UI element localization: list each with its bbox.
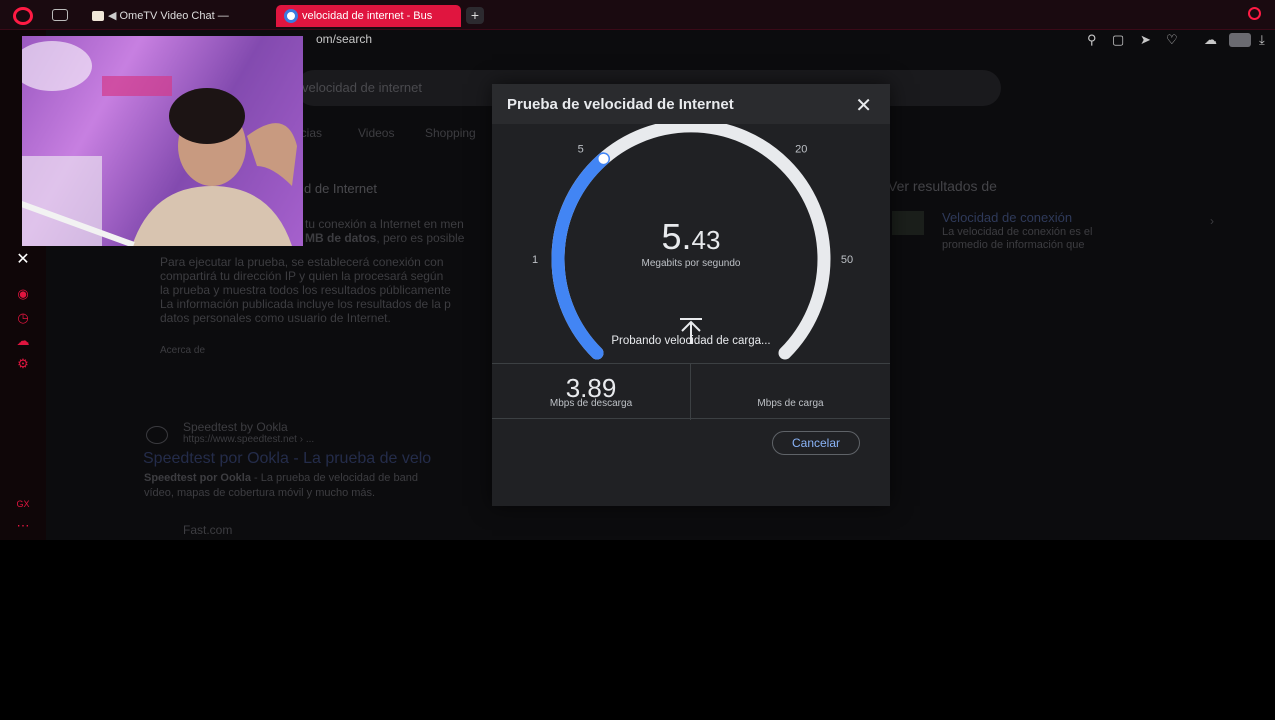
send-icon[interactable]: ➤ [1140, 32, 1151, 48]
settings-icon[interactable]: ⚙ [15, 356, 31, 372]
profile-avatar[interactable] [1229, 33, 1251, 47]
search-tabs-icon[interactable] [1248, 7, 1261, 20]
result-title-link[interactable]: Speedtest por Ookla - La prueba de velo [143, 450, 431, 468]
heart-icon[interactable]: ♡ [1166, 32, 1178, 48]
google-favicon-icon [284, 9, 298, 24]
new-tab-button[interactable]: + [466, 7, 484, 24]
search-tab-videos[interactable]: Videos [358, 126, 394, 140]
side-desc: promedio de información que [942, 239, 1085, 251]
pin-icon[interactable]: ⚲ [1087, 32, 1097, 48]
para-line: Para ejecutar la prueba, se establecerá … [160, 255, 444, 269]
history-icon[interactable]: ◷ [15, 310, 31, 326]
side-thumbnail [892, 211, 924, 235]
result-snippet: vídeo, mapas de cobertura móvil y mucho … [144, 487, 376, 499]
para-line: La información publicada incluye los res… [160, 297, 451, 311]
side-desc: La velocidad de conexión es el [942, 226, 1093, 238]
close-icon[interactable]: ✕ [855, 93, 872, 118]
result-url: https://www.speedtest.net › ... [183, 434, 315, 445]
result-snippet: Speedtest por Ookla - La prueba de veloc… [144, 472, 418, 484]
speaker-icon: ◀ [108, 10, 117, 22]
tab-title: OmeTV Video Chat — [119, 10, 229, 22]
speed-test-dialog: Prueba de velocidad de Internet ✕ 015102… [492, 84, 890, 506]
webcam-overlay [22, 36, 303, 246]
download-icon[interactable]: ⤓ [1259, 32, 1265, 48]
letterbox [0, 540, 1275, 720]
ookla-favicon-icon [146, 426, 168, 444]
tab-switcher-icon[interactable] [52, 9, 68, 21]
ometv-favicon-icon [92, 11, 104, 22]
search-tab-shopping[interactable]: Shopping [425, 126, 476, 140]
para-line: la prueba y muestra todos los resultados… [160, 283, 451, 297]
opera-logo-icon[interactable] [13, 7, 33, 25]
cancel-button[interactable]: Cancelar [772, 431, 860, 455]
upload-label: Mbps de carga [757, 398, 824, 409]
search-input[interactable]: velocidad de internet [302, 80, 422, 95]
card-title: d de Internet [304, 181, 377, 196]
side-heading: Ver resultados de [888, 178, 997, 194]
knowledge-side-card: Ver resultados de Velocidad de conexión … [882, 168, 1242, 258]
gx-icon[interactable]: GX [15, 496, 31, 512]
gauge-tick-label: 20 [795, 144, 807, 156]
chevron-right-icon[interactable]: › [1210, 214, 1214, 228]
extensions-icon[interactable]: ☁ [1204, 32, 1217, 48]
close-icon[interactable]: ✕ [15, 252, 31, 268]
extensions-sidebar-icon[interactable]: ☁ [15, 333, 31, 349]
about-link[interactable]: Acerca de [160, 345, 205, 356]
tab-ometv[interactable]: ◀ OmeTV Video Chat — [84, 5, 270, 27]
para-line: datos personales como usuario de Interne… [160, 311, 391, 325]
player-icon[interactable]: ◉ [15, 286, 31, 302]
gauge-tick-label: 5 [578, 144, 584, 156]
result-source: Speedtest by Ookla [183, 420, 288, 434]
intro-line: MB de datos, pero es posible [305, 231, 465, 245]
results-panel: 3.89 Mbps de descarga Mbps de carga [492, 363, 890, 420]
tab-title: velocidad de internet - Bus [302, 10, 433, 22]
gauge-needle-dot [598, 153, 609, 164]
side-title-link[interactable]: Velocidad de conexión [942, 210, 1072, 225]
test-status: Probando velocidad de carga... [611, 335, 771, 347]
screen: ◀ OmeTV Video Chat — velocidad de interne… [0, 0, 1275, 540]
speed-unit: Megabits por segundo [641, 258, 741, 269]
tab-google-search[interactable]: velocidad de internet - Bus [276, 5, 461, 27]
result-source: Fast.com [183, 523, 233, 537]
para-line: compartirá tu dirección IP y quien la pr… [160, 269, 444, 283]
download-label: Mbps de descarga [549, 398, 633, 409]
dialog-header: Prueba de velocidad de Internet ✕ [492, 84, 890, 124]
snapshot-icon[interactable]: ▢ [1112, 32, 1124, 48]
tab-bar: ◀ OmeTV Video Chat — velocidad de interne… [0, 0, 1275, 30]
divider [690, 364, 691, 420]
current-speed-value: 5.43 [661, 216, 721, 257]
dialog-title: Prueba de velocidad de Internet [507, 96, 734, 113]
url-field[interactable]: om/search [316, 32, 372, 46]
intro-line: tu conexión a Internet en men [305, 217, 464, 231]
webcam-image [22, 36, 303, 246]
more-icon[interactable]: ⋯ [15, 518, 31, 534]
